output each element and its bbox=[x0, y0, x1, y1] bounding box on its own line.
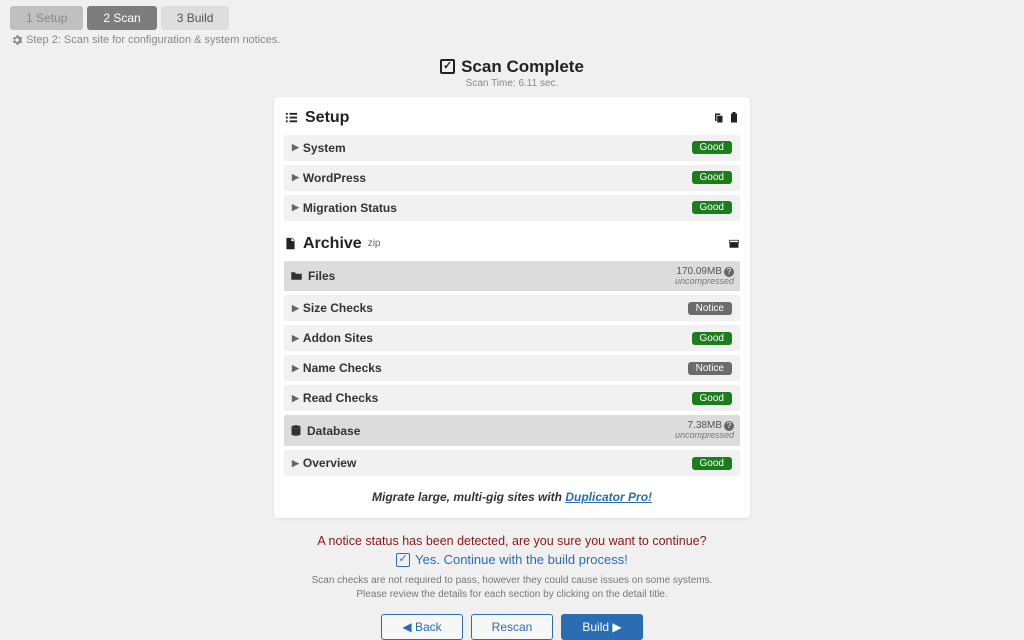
caret-right-icon: ▶ bbox=[292, 172, 299, 183]
copy-icon[interactable] bbox=[712, 112, 724, 124]
status-badge: Good bbox=[692, 457, 732, 470]
status-badge: Good bbox=[692, 201, 732, 214]
results-panel: Setup ▶System Good ▶WordPress Good ▶Migr… bbox=[274, 97, 750, 519]
folder-open-icon bbox=[290, 270, 303, 282]
paste-icon[interactable] bbox=[728, 112, 740, 124]
row-system[interactable]: ▶System Good bbox=[284, 135, 740, 161]
file-icon bbox=[284, 236, 297, 251]
check-icon: ✓ bbox=[440, 59, 455, 74]
files-subheader: Files 170.09MB? uncompressed bbox=[284, 261, 740, 292]
status-badge: Good bbox=[692, 332, 732, 345]
row-overview[interactable]: ▶Overview Good bbox=[284, 450, 740, 476]
caret-right-icon: ▶ bbox=[292, 303, 299, 314]
database-subheader: Database 7.38MB? uncompressed bbox=[284, 415, 740, 446]
promo-link[interactable]: Duplicator Pro! bbox=[565, 490, 652, 504]
checkbox-icon: ✓ bbox=[396, 553, 410, 567]
archive-section-title: Archive zip bbox=[284, 235, 381, 253]
info-icon[interactable]: ? bbox=[724, 267, 734, 277]
tab-build[interactable]: 3 Build bbox=[161, 6, 230, 30]
status-badge: Notice bbox=[688, 302, 732, 315]
build-button[interactable]: Build ▶ bbox=[561, 614, 642, 640]
row-wordpress[interactable]: ▶WordPress Good bbox=[284, 165, 740, 191]
rescan-button[interactable]: Rescan bbox=[471, 614, 554, 640]
promo-text: Migrate large, multi-gig sites with Dupl… bbox=[284, 490, 740, 504]
wizard-tabs: 1 Setup 2 Scan 3 Build bbox=[0, 0, 1024, 30]
status-badge: Good bbox=[692, 171, 732, 184]
status-badge: Good bbox=[692, 141, 732, 154]
tab-setup: 1 Setup bbox=[10, 6, 83, 30]
continue-checkbox[interactable]: ✓ Yes. Continue with the build process! bbox=[396, 552, 628, 567]
database-icon bbox=[290, 424, 302, 437]
caret-right-icon: ▶ bbox=[292, 202, 299, 213]
row-migration[interactable]: ▶Migration Status Good bbox=[284, 195, 740, 221]
scan-time: Scan Time: 6.11 sec. bbox=[0, 78, 1024, 89]
status-badge: Good bbox=[692, 392, 732, 405]
caret-right-icon: ▶ bbox=[292, 363, 299, 374]
caret-right-icon: ▶ bbox=[292, 393, 299, 404]
row-addon-sites[interactable]: ▶Addon Sites Good bbox=[284, 325, 740, 351]
scan-complete-title: ✓ Scan Complete bbox=[440, 57, 584, 77]
caret-right-icon: ▶ bbox=[292, 458, 299, 469]
fine-print: Scan checks are not required to pass, ho… bbox=[0, 574, 1024, 602]
caret-right-icon: ▶ bbox=[292, 142, 299, 153]
caret-right-icon: ▶ bbox=[292, 333, 299, 344]
list-icon bbox=[284, 110, 299, 125]
row-name-checks[interactable]: ▶Name Checks Notice bbox=[284, 355, 740, 381]
notice-warning: A notice status has been detected, are y… bbox=[0, 534, 1024, 548]
setup-section-title: Setup bbox=[284, 109, 349, 127]
row-size-checks[interactable]: ▶Size Checks Notice bbox=[284, 295, 740, 321]
gear-icon bbox=[12, 35, 22, 45]
step-description: Step 2: Scan site for configuration & sy… bbox=[0, 30, 1024, 50]
window-icon[interactable] bbox=[728, 238, 740, 250]
row-read-checks[interactable]: ▶Read Checks Good bbox=[284, 385, 740, 411]
status-badge: Notice bbox=[688, 362, 732, 375]
tab-scan[interactable]: 2 Scan bbox=[87, 6, 156, 30]
back-button[interactable]: ◀ Back bbox=[381, 614, 462, 640]
